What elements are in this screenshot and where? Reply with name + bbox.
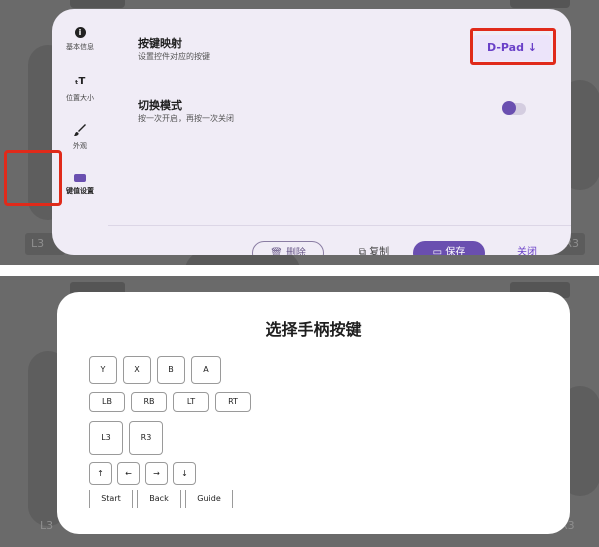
dialog-title: 选择手柄按键 xyxy=(265,320,362,339)
key-rb-button[interactable]: RB xyxy=(131,392,167,412)
sidebar-item-label: 位置大小 xyxy=(66,94,94,102)
copy-button[interactable]: ⧉ 复制 xyxy=(346,241,402,255)
key-mapping-title: 按键映射 xyxy=(138,37,182,50)
key-start-button[interactable]: Start xyxy=(89,490,133,508)
toggle-mode-switch[interactable] xyxy=(502,101,526,115)
settings-sidebar: i 基本信息 ₜT 位置大小 外观 键值设置 xyxy=(52,9,108,255)
key-dpad-up-button[interactable]: ↑ xyxy=(89,462,112,485)
screen-separator xyxy=(0,265,599,276)
sidebar-item-appearance[interactable]: 外观 xyxy=(52,123,108,151)
action-bar: 🗑 删除 ⧉ 复制 ▭ 保存 关闭 xyxy=(52,241,571,255)
toggle-mode-title: 切换模式 xyxy=(138,99,182,112)
keyboard-icon xyxy=(74,174,86,182)
key-dpad-left-button[interactable]: ← xyxy=(117,462,140,485)
bg-shoulder-left xyxy=(70,0,125,8)
key-b-button[interactable]: B xyxy=(157,356,185,384)
key-x-button[interactable]: X xyxy=(123,356,151,384)
close-button[interactable]: 关闭 xyxy=(507,241,547,255)
key-back-button[interactable]: Back xyxy=(137,490,181,508)
control-edit-screen: L3 R3 i 基本信息 ₜT 位置大小 外观 键值设置 按键映射 设置控件对应… xyxy=(0,0,599,265)
key-rt-button[interactable]: RT xyxy=(215,392,251,412)
highlight-box-sidebar xyxy=(4,150,62,206)
sidebar-item-position-size[interactable]: ₜT 位置大小 xyxy=(52,75,108,103)
brush-icon xyxy=(73,123,87,137)
key-l3-button[interactable]: L3 xyxy=(89,421,123,455)
divider xyxy=(108,225,571,226)
info-icon: i xyxy=(74,27,86,38)
sidebar-item-basic-info[interactable]: i 基本信息 xyxy=(52,27,108,52)
key-lb-button[interactable]: LB xyxy=(89,392,125,412)
delete-button[interactable]: 🗑 删除 xyxy=(252,241,324,255)
save-label: 保存 xyxy=(445,247,466,255)
save-button[interactable]: ▭ 保存 xyxy=(413,241,485,255)
sidebar-item-label: 基本信息 xyxy=(66,43,94,51)
toggle-mode-subtitle: 按一次开启，再按一次关闭 xyxy=(138,114,234,123)
key-dpad-down-button[interactable]: ↓ xyxy=(173,462,196,485)
select-key-screen: L3 R3 选择手柄按键 Y X B A LB RB LT RT L3 R3 ↑… xyxy=(0,276,599,547)
key-lt-button[interactable]: LT xyxy=(173,392,209,412)
key-mapping-subtitle: 设置控件对应的按键 xyxy=(138,52,210,61)
text-size-icon: ₜT xyxy=(74,76,86,87)
key-guide-button[interactable]: Guide xyxy=(185,490,233,508)
toggle-knob xyxy=(502,101,516,115)
bg-l3-label: L3 xyxy=(40,519,54,532)
select-key-dialog: 选择手柄按键 Y X B A LB RB LT RT L3 R3 ↑ ← → ↓… xyxy=(57,292,570,534)
sidebar-item-label: 外观 xyxy=(73,142,87,150)
copy-label: 复制 xyxy=(369,247,390,255)
highlight-box-key-mapping xyxy=(470,28,556,65)
delete-label: 删除 xyxy=(285,248,306,255)
key-dpad-right-button[interactable]: → xyxy=(145,462,168,485)
bg-shoulder-right xyxy=(510,0,570,8)
key-y-button[interactable]: Y xyxy=(89,356,117,384)
key-a-button[interactable]: A xyxy=(191,356,221,384)
key-r3-button[interactable]: R3 xyxy=(129,421,163,455)
